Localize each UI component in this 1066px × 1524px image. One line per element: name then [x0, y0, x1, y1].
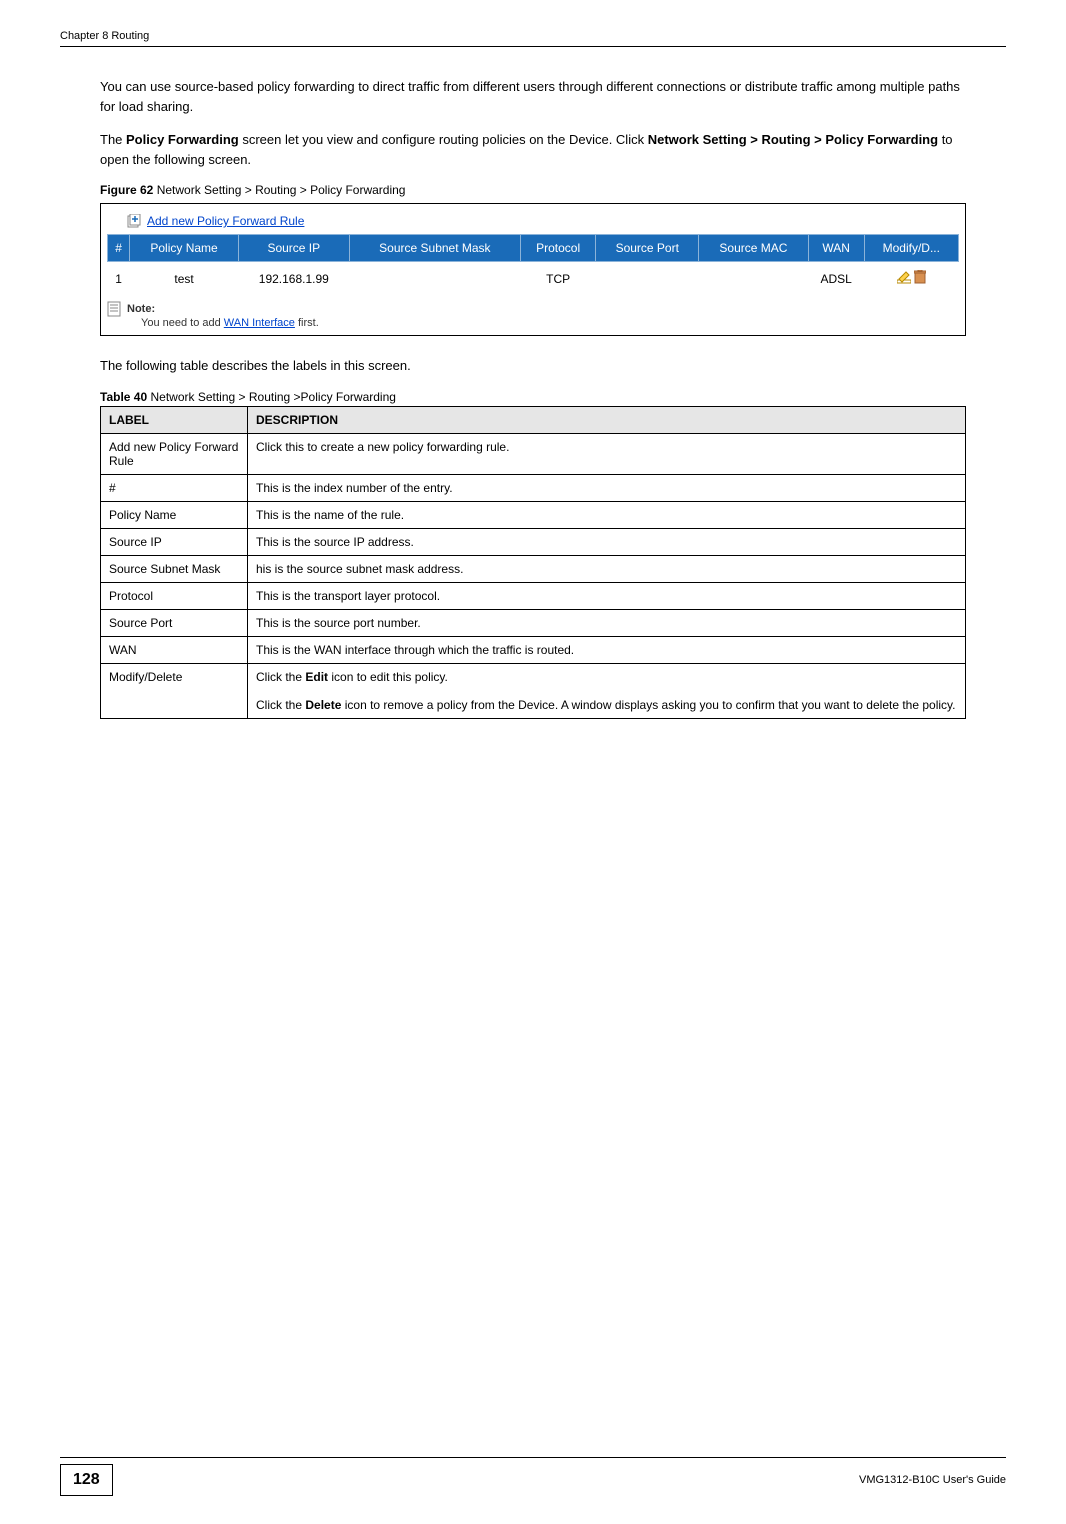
table-row: 1 test 192.168.1.99 TCP ADSL [108, 262, 959, 296]
edit-icon[interactable] [897, 270, 911, 287]
page-number: 128 [60, 1464, 113, 1496]
col-wan: WAN [808, 235, 864, 262]
cell-source-mac [699, 262, 808, 296]
policy-table: # Policy Name Source IP Source Subnet Ma… [107, 234, 959, 295]
col-policy-name: Policy Name [130, 235, 239, 262]
note-body: You need to add WAN Interface first. [141, 317, 959, 329]
col-num: # [108, 235, 130, 262]
chapter-title: Chapter 8 Routing [60, 30, 149, 42]
cell-wan: ADSL [808, 262, 864, 296]
guide-name: VMG1312-B10C User's Guide [859, 1474, 1006, 1486]
cell-modify [864, 262, 958, 296]
col-source-ip: Source IP [238, 235, 349, 262]
page-header: Chapter 8 Routing [60, 30, 1006, 47]
table-caption: Table 40 Network Setting > Routing >Poli… [100, 390, 966, 404]
add-icon [127, 214, 141, 228]
table-row: Policy NameThis is the name of the rule. [101, 501, 966, 528]
note-row: Note: [107, 301, 959, 317]
table-row: WANThis is the WAN interface through whi… [101, 636, 966, 663]
delete-icon[interactable] [914, 270, 926, 287]
table-row: ProtocolThis is the transport layer prot… [101, 582, 966, 609]
table-row: Source PortThis is the source port numbe… [101, 609, 966, 636]
desc-header-label: LABEL [101, 406, 248, 433]
col-subnet: Source Subnet Mask [349, 235, 520, 262]
table-row: Modify/Delete Click the Edit icon to edi… [101, 663, 966, 718]
desc-header-desc: DESCRIPTION [248, 406, 966, 433]
paragraph-1: You can use source-based policy forwardi… [100, 77, 966, 116]
cell-num: 1 [108, 262, 130, 296]
note-icon [107, 301, 121, 317]
wan-interface-link[interactable]: WAN Interface [224, 317, 295, 329]
cell-protocol: TCP [520, 262, 595, 296]
col-modify: Modify/D... [864, 235, 958, 262]
col-source-port: Source Port [596, 235, 699, 262]
table-row: #This is the index number of the entry. [101, 474, 966, 501]
cell-source-port [596, 262, 699, 296]
screenshot-policy-forwarding: Add new Policy Forward Rule # Policy Nam… [100, 203, 966, 336]
table-row: Source IPThis is the source IP address. [101, 528, 966, 555]
paragraph-2: The Policy Forwarding screen let you vie… [100, 130, 966, 169]
cell-policy-name: test [130, 262, 239, 296]
col-protocol: Protocol [520, 235, 595, 262]
col-source-mac: Source MAC [699, 235, 808, 262]
page-footer: 128 VMG1312-B10C User's Guide [60, 1457, 1006, 1496]
figure-caption: Figure 62 Network Setting > Routing > Po… [100, 183, 966, 197]
cell-subnet [349, 262, 520, 296]
note-label: Note: [127, 303, 155, 315]
paragraph-3: The following table describes the labels… [100, 356, 966, 376]
add-policy-label: Add new Policy Forward Rule [147, 214, 304, 228]
add-policy-link[interactable]: Add new Policy Forward Rule [127, 214, 304, 228]
description-table: LABEL DESCRIPTION Add new Policy Forward… [100, 406, 966, 719]
cell-source-ip: 192.168.1.99 [238, 262, 349, 296]
table-row: Source Subnet Maskhis is the source subn… [101, 555, 966, 582]
table-row: Add new Policy Forward RuleClick this to… [101, 433, 966, 474]
